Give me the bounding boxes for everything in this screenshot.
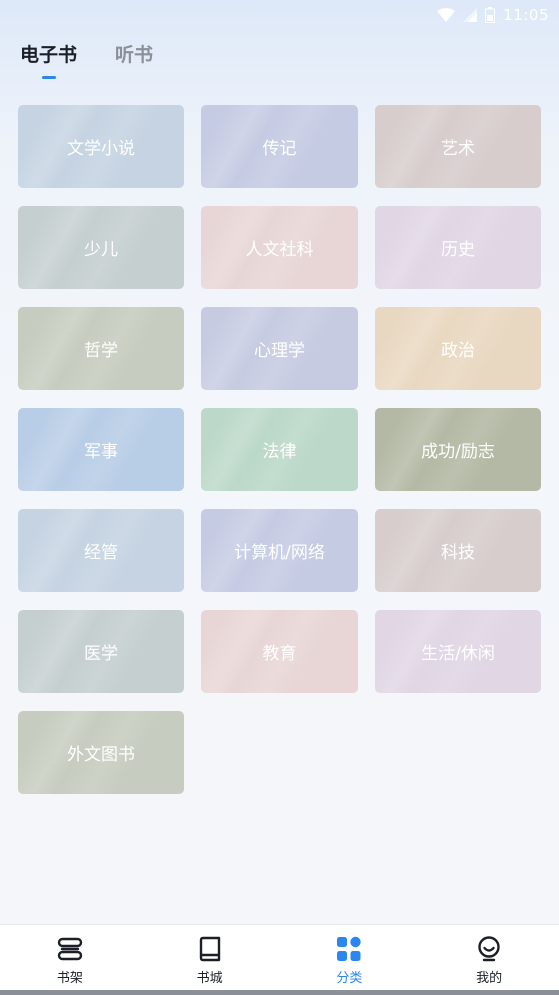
nav-bookstore-label: 书城 [196, 971, 223, 986]
bookshelf-icon [56, 935, 84, 963]
category-label: 文学小说 [67, 139, 135, 159]
bottom-edge [0, 990, 559, 995]
category-tile[interactable]: 人文社科 [201, 206, 358, 289]
status-bar: 11:05 [0, 0, 559, 30]
category-label: 科技 [441, 543, 475, 563]
category-tile[interactable]: 经管 [18, 509, 184, 592]
category-tile[interactable]: 艺术 [375, 105, 541, 188]
nav-category-label: 分类 [336, 971, 363, 986]
category-tile[interactable]: 文学小说 [18, 105, 184, 188]
signal-icon [463, 8, 478, 22]
status-time: 11:05 [503, 6, 549, 24]
category-tile[interactable]: 传记 [201, 105, 358, 188]
tab-ebook-label: 电子书 [20, 44, 78, 66]
book-icon [196, 935, 224, 963]
category-label: 少儿 [84, 240, 118, 260]
category-tile[interactable]: 政治 [375, 307, 541, 390]
grid-icon [335, 935, 363, 963]
category-tile[interactable]: 心理学 [201, 307, 358, 390]
tab-audiobook-label: 听书 [115, 44, 154, 66]
category-label: 生活/休闲 [421, 644, 495, 664]
category-label: 传记 [262, 139, 297, 159]
nav-category[interactable]: 分类 [304, 925, 394, 986]
category-tile[interactable]: 教育 [201, 610, 358, 693]
category-tile[interactable]: 医学 [18, 610, 184, 693]
top-tabs: 电子书 听书 [20, 40, 153, 79]
category-tile[interactable]: 成功/励志 [375, 408, 541, 491]
category-tile[interactable]: 军事 [18, 408, 184, 491]
category-label: 哲学 [84, 341, 118, 361]
category-label: 军事 [84, 442, 118, 462]
nav-bookshelf-label: 书架 [56, 971, 83, 986]
category-tile[interactable]: 法律 [201, 408, 358, 491]
category-label: 历史 [441, 240, 475, 260]
category-tile[interactable]: 少儿 [18, 206, 184, 289]
nav-profile-label: 我的 [476, 971, 503, 986]
category-label: 法律 [262, 442, 297, 462]
wifi-icon [437, 8, 456, 22]
category-label: 政治 [441, 341, 475, 361]
category-tile[interactable]: 哲学 [18, 307, 184, 390]
category-label: 人文社科 [245, 240, 314, 260]
category-label: 经管 [84, 543, 118, 563]
category-label: 艺术 [441, 139, 475, 159]
category-tile[interactable]: 生活/休闲 [375, 610, 541, 693]
category-label: 成功/励志 [421, 442, 495, 462]
tab-ebook[interactable]: 电子书 [20, 40, 78, 79]
bottom-nav: 书架 书城 分类 我的 [0, 924, 559, 995]
category-label: 外文图书 [67, 745, 135, 765]
battery-icon [485, 7, 496, 23]
nav-bookstore[interactable]: 书城 [165, 925, 255, 986]
tab-audiobook[interactable]: 听书 [115, 40, 153, 67]
category-tile[interactable]: 计算机/网络 [201, 509, 358, 592]
tab-active-indicator [42, 76, 56, 79]
profile-icon [475, 935, 503, 963]
category-label: 教育 [262, 644, 297, 664]
category-tile[interactable]: 外文图书 [18, 711, 184, 794]
category-tile[interactable]: 科技 [375, 509, 541, 592]
nav-profile[interactable]: 我的 [444, 925, 534, 986]
nav-bookshelf[interactable]: 书架 [25, 925, 115, 986]
category-grid: 文学小说 传记 艺术 少儿 人文社科 历史 哲学 心理学 政治 军事 法律 成功… [18, 105, 541, 794]
category-label: 计算机/网络 [234, 543, 325, 563]
category-tile[interactable]: 历史 [375, 206, 541, 289]
category-label: 医学 [84, 644, 118, 664]
category-label: 心理学 [254, 341, 305, 361]
